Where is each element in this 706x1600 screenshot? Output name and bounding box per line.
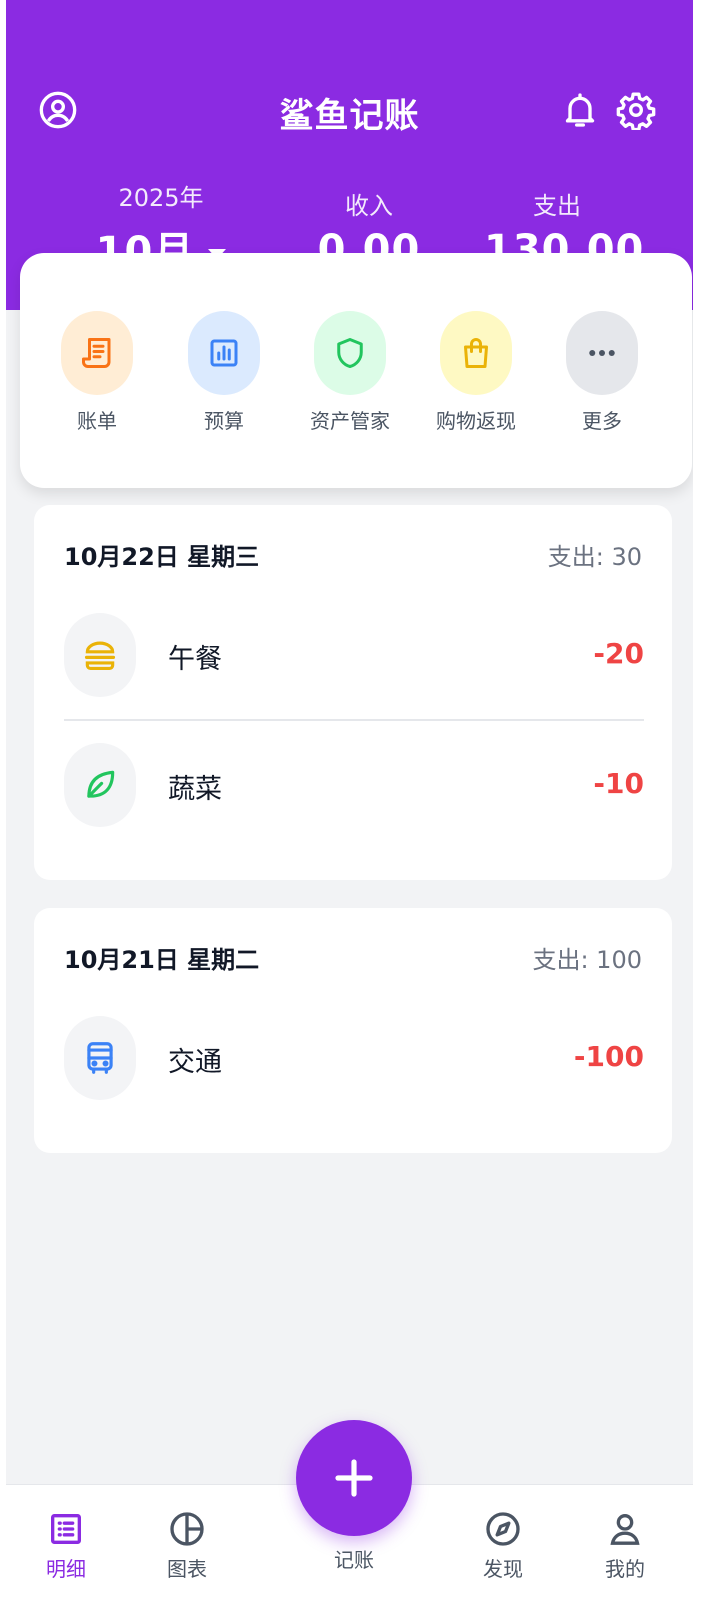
expense-label: 支出	[533, 192, 581, 220]
quick-action-label: 账单	[77, 409, 117, 433]
more-icon	[566, 311, 638, 395]
user-icon	[610, 1514, 640, 1545]
quick-action-bills[interactable]: 账单	[33, 311, 161, 434]
transaction-row[interactable]: 午餐 -20	[64, 613, 644, 697]
transaction-name: 午餐	[168, 644, 222, 675]
bell-icon[interactable]	[560, 90, 600, 130]
nav-label: 发现	[483, 1557, 523, 1581]
quick-action-cashback[interactable]: 购物返现	[412, 311, 540, 434]
transaction-name: 交通	[168, 1047, 222, 1078]
shield-icon	[314, 311, 386, 395]
add-record-label: 记账	[334, 1548, 374, 1572]
nav-details[interactable]: 明细	[6, 1509, 126, 1582]
nav-me[interactable]: 我的	[565, 1509, 685, 1582]
quick-action-label: 预算	[204, 409, 244, 433]
day-date: 10月21日 星期二	[64, 946, 260, 974]
quick-actions-panel: 账单 预算 资产管家 购物返现 更多	[20, 253, 692, 488]
nav-charts[interactable]: 图表	[127, 1509, 247, 1582]
day-date: 10月22日 星期三	[64, 543, 260, 571]
transaction-row[interactable]: 蔬菜 -10	[64, 743, 644, 827]
gear-icon[interactable]	[616, 90, 656, 130]
app-screen: 鲨鱼记账 2025年 10月 收入 0.00 支出 130.00 账单 预算 资…	[6, 0, 693, 1600]
nav-discover[interactable]: 发现	[443, 1509, 563, 1582]
transaction-name: 蔬菜	[168, 774, 222, 805]
divider	[64, 719, 644, 721]
plus-icon	[335, 1459, 373, 1497]
income-label: 收入	[345, 192, 393, 220]
transaction-amount: -10	[593, 767, 644, 800]
burger-icon	[64, 613, 136, 697]
receipt-icon	[61, 311, 133, 395]
day-expense-summary: 支出: 30	[547, 543, 642, 571]
day-expense-summary: 支出: 100	[532, 946, 642, 974]
day-card-oct21: 10月21日 星期二 支出: 100 交通 -100	[34, 908, 672, 1153]
nav-label: 图表	[167, 1557, 207, 1581]
nav-label: 明细	[46, 1557, 86, 1581]
quick-action-budget[interactable]: 预算	[160, 311, 288, 434]
transaction-row[interactable]: 交通 -100	[64, 1016, 644, 1100]
shopping-bag-icon	[440, 311, 512, 395]
list-icon	[51, 1514, 81, 1544]
quick-action-label: 资产管家	[310, 409, 390, 433]
quick-action-assets[interactable]: 资产管家	[286, 311, 414, 434]
nav-label: 我的	[605, 1557, 645, 1581]
quick-action-label: 更多	[582, 409, 622, 433]
transaction-amount: -20	[593, 637, 644, 670]
transaction-amount: -100	[573, 1040, 644, 1073]
leaf-icon	[64, 743, 136, 827]
compass-icon	[486, 1512, 520, 1546]
quick-action-label: 购物返现	[436, 409, 516, 433]
pie-chart-icon	[170, 1512, 204, 1546]
day-card-oct22: 10月22日 星期三 支出: 30 午餐 -20 蔬菜 -10	[34, 505, 672, 880]
add-record-button[interactable]	[296, 1420, 412, 1536]
bar-chart-icon	[188, 311, 260, 395]
bus-icon	[64, 1016, 136, 1100]
quick-action-more[interactable]: 更多	[538, 311, 666, 434]
year-label: 2025年	[118, 184, 204, 212]
